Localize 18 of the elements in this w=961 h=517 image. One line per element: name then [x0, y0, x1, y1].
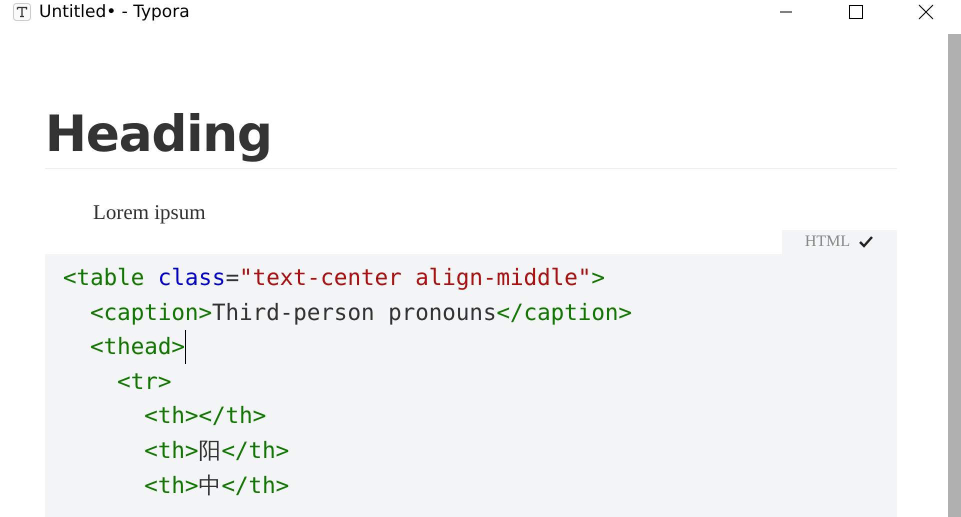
maximize-icon [849, 5, 863, 19]
code-line: <th>阳</th> [143, 437, 290, 466]
minimize-icon [779, 11, 793, 13]
code-line: <thead> [89, 334, 185, 360]
window-title: Untitled• - Typora [39, 2, 190, 22]
checkmark-icon [858, 235, 874, 249]
code-line: <th>中</th> [143, 472, 290, 501]
code-block[interactable]: <table class="text-center align-middle"> <caption>Third-person pronouns</caption> <thead> <tr> <th></th> <th>阳</th> <th>中</th> [45, 254, 897, 517]
code-line: <th></th> [143, 403, 266, 430]
scrollbar[interactable] [948, 34, 961, 517]
paragraph: Lorem ipsum [93, 199, 207, 225]
heading: Heading [45, 102, 897, 169]
code-line: <tr> [116, 368, 172, 395]
code-line: <table class="text-center align-middle"> [63, 265, 605, 292]
app-icon [13, 3, 31, 21]
code-line: <caption>Third-person pronouns</caption> [89, 300, 632, 326]
language-label: HTML [804, 233, 850, 251]
close-icon [918, 4, 934, 20]
